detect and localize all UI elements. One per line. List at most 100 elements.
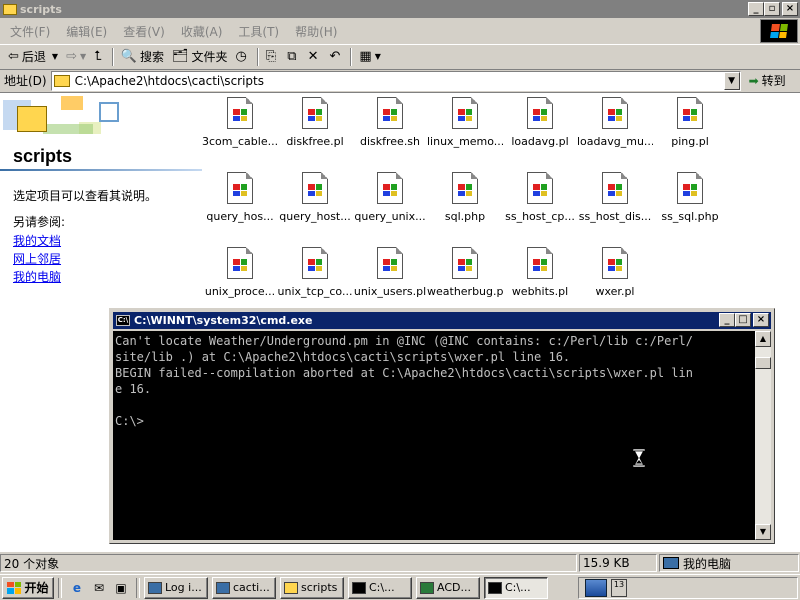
back-dropdown-icon[interactable]: ▼ bbox=[52, 52, 58, 61]
console-output[interactable]: Can't locate Weather/Underground.pm in @… bbox=[113, 331, 757, 540]
cmd-minimize-button[interactable]: _ bbox=[719, 313, 735, 327]
task-cacti[interactable]: cacti... bbox=[212, 576, 276, 599]
file-name: diskfree.pl bbox=[286, 135, 344, 148]
file-item[interactable]: ss_host_dis... bbox=[577, 172, 653, 223]
move-to-button[interactable]: ⎘ bbox=[262, 46, 283, 68]
forward-dropdown-icon[interactable]: ▼ bbox=[80, 52, 86, 61]
file-item[interactable]: unix_tcp_co... bbox=[277, 247, 353, 298]
menu-view[interactable]: 查看(V) bbox=[115, 23, 173, 40]
file-name: wxer.pl bbox=[595, 285, 635, 298]
network-tray-icon[interactable] bbox=[585, 579, 607, 597]
input-method-tray-icon[interactable]: 13 bbox=[611, 579, 627, 597]
menu-file[interactable]: 文件(F) bbox=[2, 23, 58, 40]
cmd-close-button[interactable]: × bbox=[753, 313, 769, 327]
file-item[interactable]: query_hos... bbox=[202, 172, 278, 223]
link-network-places[interactable]: 网上邻居 bbox=[13, 250, 61, 267]
perl-script-icon bbox=[302, 172, 328, 204]
go-button[interactable]: ➡ 转到 bbox=[749, 72, 786, 89]
internet-explorer-icon[interactable]: e bbox=[68, 579, 86, 597]
file-item[interactable]: unix_proce... bbox=[202, 247, 278, 298]
file-item[interactable]: linux_memo... bbox=[427, 97, 503, 148]
task-label: C:\... bbox=[505, 581, 531, 594]
task-scripts[interactable]: scripts bbox=[280, 576, 344, 599]
perl-script-icon bbox=[377, 172, 403, 204]
cmd-maximize-button[interactable]: □ bbox=[735, 313, 751, 327]
task-label: scripts bbox=[301, 581, 338, 594]
close-button[interactable]: × bbox=[782, 2, 798, 16]
search-button[interactable]: 🔍 搜索 bbox=[117, 46, 168, 68]
address-value[interactable]: C:\Apache2\htdocs\cacti\scripts bbox=[75, 74, 264, 88]
link-my-computer[interactable]: 我的电脑 bbox=[13, 268, 61, 285]
forward-button[interactable]: ⇨ ▼ bbox=[62, 46, 90, 68]
file-name: ss_host_dis... bbox=[578, 210, 652, 223]
delete-button[interactable]: ✕ bbox=[304, 46, 326, 68]
menu-help[interactable]: 帮助(H) bbox=[287, 23, 345, 40]
file-item[interactable]: weatherbug.pl bbox=[427, 247, 503, 298]
file-item[interactable]: loadavg.pl bbox=[502, 97, 578, 148]
task-icon bbox=[352, 581, 366, 594]
menu-edit[interactable]: 编辑(E) bbox=[58, 23, 115, 40]
see-also-label: 另请参阅: bbox=[13, 215, 66, 229]
file-item[interactable]: diskfree.pl bbox=[277, 97, 353, 148]
file-item[interactable]: ss_sql.php bbox=[652, 172, 728, 223]
scroll-up-button[interactable]: ▲ bbox=[755, 331, 771, 347]
perl-script-icon bbox=[677, 97, 703, 129]
perl-script-icon bbox=[302, 97, 328, 129]
file-item[interactable]: unix_users.pl bbox=[352, 247, 428, 298]
maximize-button[interactable]: ▫ bbox=[764, 2, 780, 16]
show-desktop-icon[interactable]: ▣ bbox=[112, 579, 130, 597]
window-title-bar[interactable]: scripts _ ▫ × bbox=[0, 0, 800, 18]
file-item[interactable]: loadavg_mu... bbox=[577, 97, 653, 148]
perl-script-icon bbox=[677, 172, 703, 204]
task-log[interactable]: Log i... bbox=[144, 576, 208, 599]
task-cmd-2[interactable]: C:\... bbox=[484, 576, 548, 599]
folders-label: 文件夹 bbox=[191, 50, 228, 64]
file-name: 3com_cable... bbox=[202, 135, 278, 148]
folders-button[interactable]: 🗂 文件夹 bbox=[168, 46, 232, 68]
link-my-documents[interactable]: 我的文档 bbox=[13, 232, 61, 249]
task-acdsee[interactable]: ACD... bbox=[416, 576, 480, 599]
cmd-window[interactable]: C:\ C:\WINNT\system32\cmd.exe _ □ × Can'… bbox=[109, 308, 775, 544]
menu-favorites[interactable]: 收藏(A) bbox=[173, 23, 231, 40]
file-item[interactable]: sql.php bbox=[427, 172, 503, 223]
back-button[interactable]: ⇦ 后退 ▼ bbox=[4, 46, 62, 68]
address-field[interactable]: C:\Apache2\htdocs\cacti\scripts ▼ bbox=[50, 70, 741, 91]
minimize-button[interactable]: _ bbox=[748, 2, 764, 16]
outlook-express-icon[interactable]: ✉ bbox=[90, 579, 108, 597]
task-cmd-1[interactable]: C:\... bbox=[348, 576, 412, 599]
task-icon bbox=[148, 581, 162, 594]
cmd-title-bar[interactable]: C:\ C:\WINNT\system32\cmd.exe _ □ × bbox=[113, 312, 771, 329]
history-button[interactable]: ◷ bbox=[232, 46, 254, 68]
total-size: 15.9 KB bbox=[579, 554, 657, 572]
cmd-title: C:\WINNT\system32\cmd.exe bbox=[134, 314, 313, 327]
scroll-thumb[interactable] bbox=[755, 357, 771, 369]
console-scrollbar[interactable]: ▲ ▼ bbox=[755, 331, 771, 540]
zone-indicator: 我的电脑 bbox=[659, 554, 799, 572]
start-label: 开始 bbox=[24, 581, 49, 595]
task-icon bbox=[284, 581, 298, 594]
start-button[interactable]: 开始 bbox=[2, 576, 54, 599]
file-item[interactable]: 3com_cable... bbox=[202, 97, 278, 148]
file-item[interactable]: ss_host_cp... bbox=[502, 172, 578, 223]
up-folder-button[interactable]: ⮤ bbox=[90, 46, 109, 68]
file-item[interactable]: query_unix... bbox=[352, 172, 428, 223]
address-dropdown-button[interactable]: ▼ bbox=[723, 71, 740, 90]
task-icon bbox=[488, 581, 502, 594]
file-item[interactable]: webhits.pl bbox=[502, 247, 578, 298]
file-item[interactable]: ping.pl bbox=[652, 97, 728, 148]
perl-script-icon bbox=[452, 247, 478, 279]
undo-button[interactable]: ↶ bbox=[326, 46, 348, 68]
up-folder-icon: ⮤ bbox=[94, 49, 102, 64]
title-divider bbox=[0, 169, 202, 171]
perl-script-icon bbox=[527, 97, 553, 129]
file-item[interactable]: wxer.pl bbox=[577, 247, 653, 298]
perl-script-icon bbox=[602, 247, 628, 279]
address-bar: 地址(D) C:\Apache2\htdocs\cacti\scripts ▼ … bbox=[0, 69, 800, 91]
views-button[interactable]: ▦ ▼ bbox=[355, 46, 384, 68]
menu-tools[interactable]: 工具(T) bbox=[230, 23, 287, 40]
file-name: linux_memo... bbox=[427, 135, 503, 148]
file-item[interactable]: query_host... bbox=[277, 172, 353, 223]
scroll-down-button[interactable]: ▼ bbox=[755, 524, 771, 540]
copy-to-button[interactable]: ⧉ bbox=[283, 46, 303, 68]
file-item[interactable]: diskfree.sh bbox=[352, 97, 428, 148]
